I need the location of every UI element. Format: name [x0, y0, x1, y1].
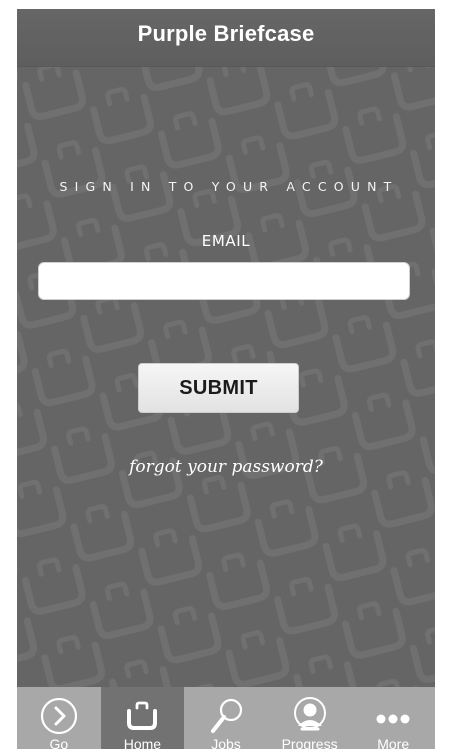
more-dots-icon	[376, 714, 410, 724]
signin-heading: SIGN IN TO YOUR ACCOUNT	[59, 179, 399, 194]
app-title: Purple Briefcase	[137, 21, 315, 46]
tab-home[interactable]: Home	[100, 687, 185, 749]
briefcase-icon	[127, 701, 158, 730]
email-label: EMAIL	[201, 232, 251, 250]
tab-progress[interactable]: Progress	[268, 687, 352, 749]
submit-button[interactable]: SUBMIT	[138, 363, 299, 413]
tab-more[interactable]: More	[351, 687, 435, 749]
magnifier-icon	[210, 698, 243, 733]
tab-label-go: Go	[49, 736, 69, 749]
tab-bar: Go Home Jobs Progress More	[17, 687, 435, 749]
tab-label-more: More	[377, 736, 410, 749]
email-field[interactable]	[38, 262, 410, 300]
tab-label-jobs: Jobs	[211, 736, 241, 749]
tab-label-home: Home	[123, 736, 162, 749]
forgot-password-link[interactable]: forgot your password?	[17, 457, 435, 477]
go-arrow-circle-icon	[40, 697, 77, 735]
navigation-bar: Purple Briefcase	[17, 9, 435, 67]
tab-label-progress: Progress	[281, 736, 338, 749]
user-profile-icon	[293, 697, 326, 731]
app-screen: Purple Briefcase SIGN IN TO YOUR ACCOUNT…	[17, 9, 435, 749]
tab-go[interactable]: Go	[17, 687, 101, 749]
tab-jobs[interactable]: Jobs	[184, 687, 268, 749]
